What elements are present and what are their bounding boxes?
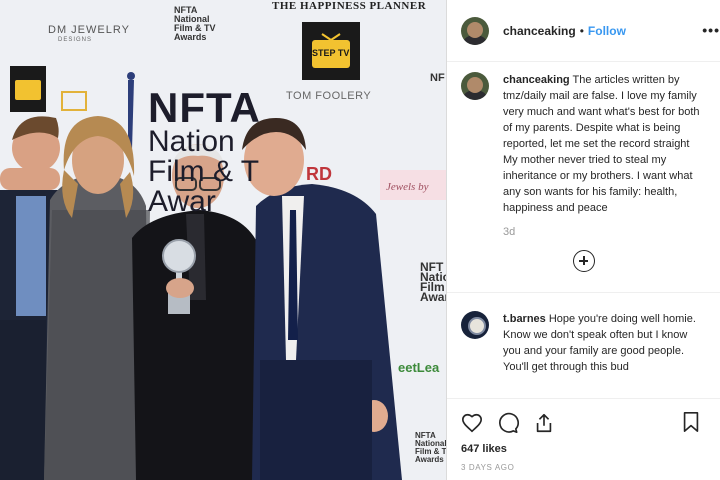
comment-body: chanceaking The articles written by tmz/… [503,72,707,240]
comments-list[interactable]: chanceaking The articles written by tmz/… [447,72,720,398]
wall-text-rd: RD [306,164,332,184]
wall-text-dm-jewelry: DM JEWELRY [48,24,130,36]
heart-icon[interactable] [461,412,483,434]
wall-text-happiness-planner: THE HAPPINESS PLANNER [272,0,427,12]
more-options-icon[interactable]: ••• [702,22,720,38]
step-tv-logo-left [10,66,46,112]
likes-count[interactable]: 647 likes [461,443,707,455]
header-separator: • [579,23,584,38]
avatar[interactable] [461,72,489,100]
follow-button[interactable]: Follow [588,24,626,38]
action-icons [461,411,707,435]
wall-text-national: Nation Film & T Awar [148,125,260,218]
wall-text-nfta-right: NFT Nation Film & Awar [420,260,446,304]
post-photo[interactable]: THE HAPPINESS PLANNER DM JEWELRY DESIGNS… [0,0,446,480]
divider [447,292,720,293]
wall-text-nfta-top-right: NF [430,72,445,84]
comment-icon[interactable] [497,412,519,434]
plus-circle-icon[interactable] [573,250,595,272]
list-item: chanceaking The articles written by tmz/… [447,72,720,240]
comment-timestamp[interactable]: 3d [503,224,707,240]
avatar[interactable] [461,311,489,339]
post-header: chanceaking • Follow ••• [447,0,720,62]
bookmark-icon[interactable] [681,411,701,433]
comment-username[interactable]: t.barnes [503,313,546,325]
share-icon[interactable] [533,412,555,434]
wall-text-tom-foolery: TOM FOOLERY [286,90,372,102]
avatar[interactable] [461,16,489,45]
list-item: t.barnes Hope you're doing well homie. K… [447,311,720,375]
comment-text: The articles written by tmz/daily mail a… [503,74,700,214]
wall-text-nfta-right-bottom: NFTA National Film & TV Awards [415,431,446,464]
wall-text-jewels: Jewels by [386,181,429,193]
post-date[interactable]: 3 DAYS AGO [461,463,707,472]
post-sidebar: chanceaking • Follow ••• chanceaking The… [446,0,720,480]
wall-text-sweetleaf: eetLea [398,360,440,375]
post-actions: 647 likes 3 DAYS AGO [447,398,720,480]
comment-body: t.barnes Hope you're doing well homie. K… [503,311,707,375]
comment-username[interactable]: chanceaking [503,74,570,86]
wall-text-step-tv: STEP TV [312,48,350,58]
wall-text-nfta-small: NFTA National Film & TV Awards [174,5,216,42]
header-username[interactable]: chanceaking [503,24,576,38]
wall-text-dm-jewelry-sub: DESIGNS [58,37,93,43]
photo-scene [0,0,446,480]
